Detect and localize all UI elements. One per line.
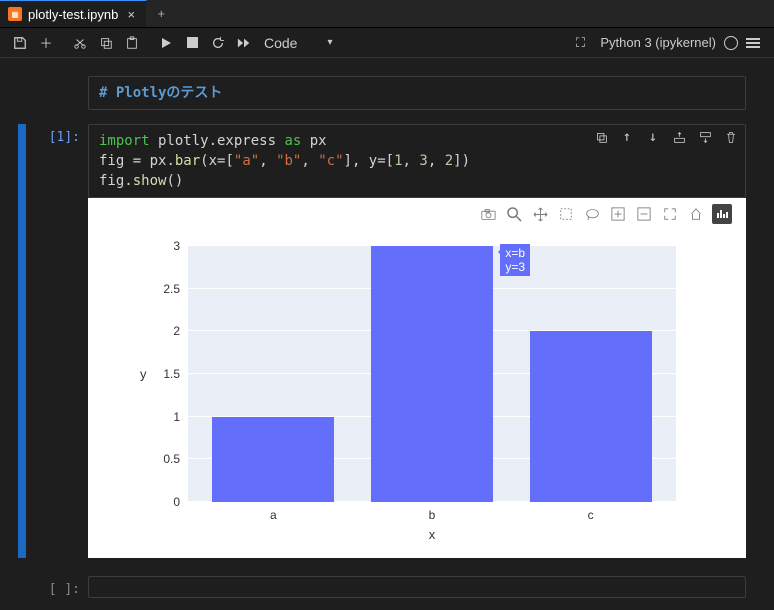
chevron-down-icon: ▾ bbox=[327, 37, 332, 48]
tab-title: plotly-test.ipynb bbox=[28, 7, 118, 22]
move-up-icon[interactable]: ↑ bbox=[619, 129, 635, 145]
insert-below-icon[interactable] bbox=[697, 129, 713, 145]
notebook-icon bbox=[8, 7, 22, 21]
select-icon[interactable] bbox=[556, 204, 576, 224]
ytick: 0.5 bbox=[163, 452, 180, 466]
bug-icon[interactable]: ⛶ bbox=[568, 31, 592, 55]
cut-button[interactable] bbox=[68, 31, 92, 55]
zoom-icon[interactable] bbox=[504, 204, 524, 224]
close-icon[interactable]: × bbox=[124, 7, 138, 22]
plotly-modebar bbox=[478, 204, 732, 224]
y-axis-label: y bbox=[140, 367, 147, 382]
lasso-icon[interactable] bbox=[582, 204, 602, 224]
bar-b[interactable] bbox=[371, 246, 493, 502]
execution-prompt: [ ]: bbox=[28, 576, 88, 597]
tab-bar: plotly-test.ipynb × + bbox=[0, 0, 774, 28]
kernel-status-icon[interactable] bbox=[724, 36, 738, 50]
insert-above-icon[interactable] bbox=[671, 129, 687, 145]
reset-icon[interactable] bbox=[686, 204, 706, 224]
markdown-source: # Plotlyのテスト bbox=[99, 85, 222, 101]
code-cell[interactable]: ↑ ↓ import plotly.express as px fig = px… bbox=[88, 124, 746, 198]
ytick: 2 bbox=[173, 324, 180, 338]
copy-button[interactable] bbox=[94, 31, 118, 55]
kernel-name[interactable]: Python 3 (ipykernel) bbox=[600, 35, 716, 50]
ytick: 1 bbox=[173, 410, 180, 424]
code-cell-empty[interactable] bbox=[88, 576, 746, 598]
notebook-area: # Plotlyのテスト [1]: ↑ ↓ import plotly.expr… bbox=[0, 58, 774, 610]
zoom-out-icon[interactable] bbox=[634, 204, 654, 224]
markdown-cell[interactable]: # Plotlyのテスト bbox=[88, 76, 746, 110]
stop-button[interactable] bbox=[180, 31, 204, 55]
ytick: 0 bbox=[173, 495, 180, 509]
delete-icon[interactable] bbox=[723, 129, 739, 145]
notebook-toolbar: ＋ Code ▾ ⛶ Python 3 (ipykernel) bbox=[0, 28, 774, 58]
cell-type-label: Code bbox=[264, 35, 297, 51]
ytick: 1.5 bbox=[163, 367, 180, 381]
camera-icon[interactable] bbox=[478, 204, 498, 224]
hover-tooltip: x=b y=3 bbox=[500, 244, 530, 276]
pan-icon[interactable] bbox=[530, 204, 550, 224]
xtick: b bbox=[429, 508, 436, 522]
execution-prompt: [1]: bbox=[28, 124, 88, 145]
ytick: 3 bbox=[173, 239, 180, 253]
autoscale-icon[interactable] bbox=[660, 204, 680, 224]
x-axis-label: x bbox=[429, 527, 436, 542]
cell-type-select[interactable]: Code ▾ bbox=[264, 35, 333, 51]
save-button[interactable] bbox=[8, 31, 32, 55]
restart-button[interactable] bbox=[206, 31, 230, 55]
new-tab-button[interactable]: + bbox=[147, 0, 175, 27]
run-button[interactable] bbox=[154, 31, 178, 55]
bar-c[interactable] bbox=[530, 331, 652, 502]
xtick: a bbox=[270, 508, 277, 522]
xtick: c bbox=[588, 508, 594, 522]
chart[interactable]: 0 0.5 1 1.5 2 2.5 3 a b c y x bbox=[188, 246, 676, 502]
cell-output: 0 0.5 1 1.5 2 2.5 3 a b c y x bbox=[88, 198, 746, 558]
zoom-in-icon[interactable] bbox=[608, 204, 628, 224]
move-down-icon[interactable]: ↓ bbox=[645, 129, 661, 145]
menu-icon[interactable] bbox=[746, 38, 760, 48]
plotly-logo-icon[interactable] bbox=[712, 204, 732, 224]
cell-gutter[interactable] bbox=[18, 124, 26, 558]
add-cell-button[interactable]: ＋ bbox=[34, 31, 58, 55]
run-all-button[interactable] bbox=[232, 31, 256, 55]
ytick: 2.5 bbox=[163, 282, 180, 296]
bar-a[interactable] bbox=[212, 417, 334, 502]
paste-button[interactable] bbox=[120, 31, 144, 55]
duplicate-icon[interactable] bbox=[593, 129, 609, 145]
cell-toolbar: ↑ ↓ bbox=[593, 129, 739, 145]
tab-notebook[interactable]: plotly-test.ipynb × bbox=[0, 0, 147, 27]
